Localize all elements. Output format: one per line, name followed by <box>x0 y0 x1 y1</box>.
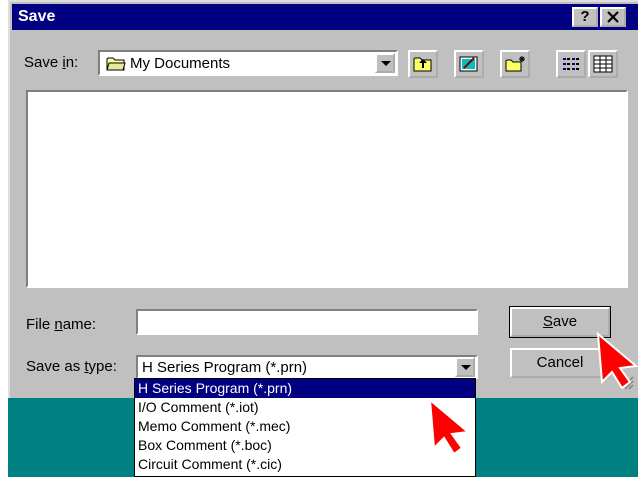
details-view-button[interactable] <box>588 50 618 78</box>
file-name-label: File name: <box>26 316 96 333</box>
save-in-label-prefix: Save <box>24 54 63 71</box>
save-in-value: My Documents <box>130 55 231 72</box>
folder-icon <box>106 57 126 71</box>
desktop-button[interactable] <box>454 50 484 78</box>
save-as-type-label: Save as type: <box>26 358 117 375</box>
save-dialog: Save ? Save in: My Documents File name: … <box>8 0 638 398</box>
type-option[interactable]: Circuit Comment (*.cic) <box>135 455 475 474</box>
save-button-label: ave <box>552 313 578 330</box>
create-new-folder-button[interactable] <box>500 50 530 78</box>
save-in-dropdown-arrow[interactable] <box>375 53 395 73</box>
up-one-level-button[interactable] <box>408 50 438 78</box>
title-bar: Save ? <box>12 4 638 30</box>
up-one-level-icon <box>413 57 432 72</box>
create-new-folder-icon <box>505 56 525 72</box>
save-in-label-suffix: n: <box>65 54 79 71</box>
save-as-type-dropdown[interactable]: H Series Program (*.prn) <box>136 355 478 379</box>
file-list[interactable] <box>26 90 628 288</box>
save-in-label: Save in: <box>24 54 78 71</box>
close-icon <box>607 11 619 23</box>
help-button[interactable]: ? <box>572 7 598 27</box>
save-as-type-label-prefix: Save as <box>26 358 85 375</box>
close-button[interactable] <box>600 7 626 27</box>
save-button-mnemonic: S <box>542 313 553 330</box>
save-as-type-dropdown-arrow[interactable] <box>455 357 475 377</box>
save-as-type-value: H Series Program (*.prn) <box>142 359 308 376</box>
save-as-type-label-suffix: ype: <box>88 358 117 375</box>
pointer-arrow-icon <box>596 331 638 390</box>
list-view-icon <box>563 58 579 70</box>
screen: Save ? Save in: My Documents File name: … <box>8 0 638 477</box>
desktop-icon <box>459 56 478 72</box>
details-view-icon <box>593 55 613 73</box>
file-name-input[interactable] <box>136 309 478 335</box>
list-view-button[interactable] <box>556 50 586 78</box>
pointer-arrow-icon <box>428 397 471 456</box>
file-name-label-suffix: ame: <box>62 316 97 333</box>
file-name-label-prefix: File <box>26 316 55 333</box>
dialog-title: Save <box>18 8 56 25</box>
save-in-dropdown[interactable]: My Documents <box>98 50 398 76</box>
file-name-mnemonic: n <box>54 316 63 333</box>
